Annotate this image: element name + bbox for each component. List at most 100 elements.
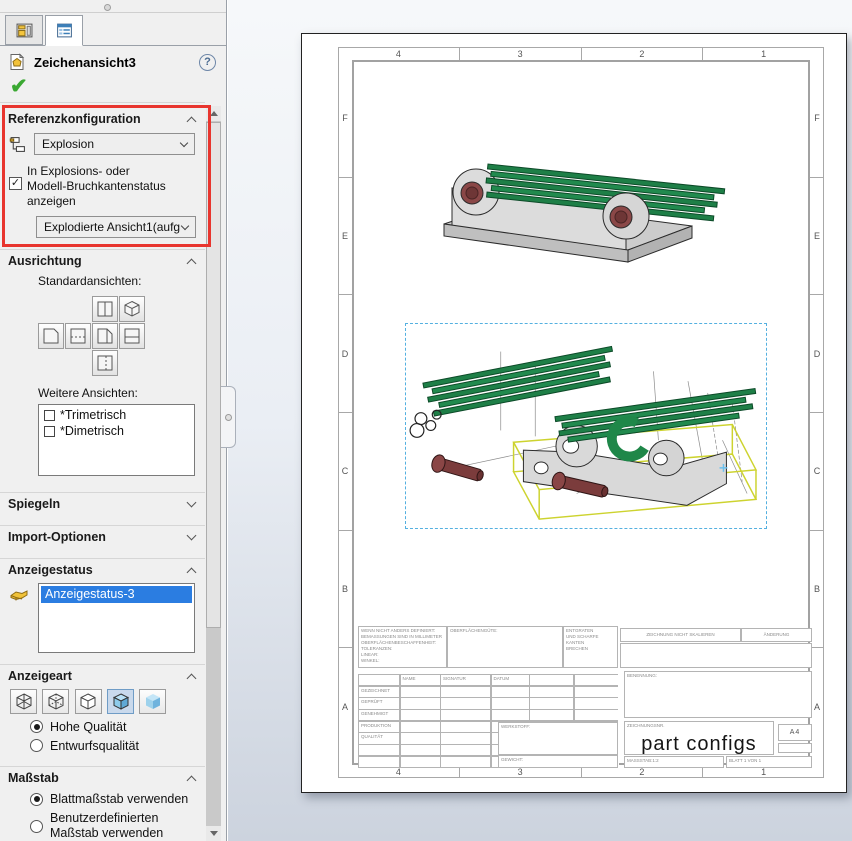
drawing-view-assembled[interactable] bbox=[430, 138, 730, 273]
property-manager-icon bbox=[56, 22, 73, 39]
section-anzeigeart: Anzeigeart bbox=[0, 664, 205, 753]
view-left-button[interactable] bbox=[92, 350, 118, 376]
section-header-massstab[interactable]: Maßstab bbox=[0, 767, 205, 787]
titleblock-cell bbox=[530, 687, 573, 697]
draft-quality-option[interactable]: Entwurfsqualität bbox=[30, 739, 205, 753]
tab-feature-manager[interactable] bbox=[5, 15, 43, 45]
section-title: Anzeigestatus bbox=[8, 563, 93, 577]
tab-property-manager[interactable] bbox=[45, 15, 83, 46]
titleblock-revision-area bbox=[620, 643, 812, 668]
standard-views-label: Standardansichten: bbox=[38, 274, 205, 288]
titleblock-cell bbox=[401, 745, 440, 755]
scroll-down-button[interactable] bbox=[206, 826, 221, 841]
draft-quality-radio[interactable] bbox=[30, 739, 43, 752]
help-icon[interactable]: ? bbox=[199, 54, 216, 71]
shaded-button[interactable] bbox=[139, 689, 166, 714]
titleblock-cell bbox=[401, 757, 440, 767]
zone-label: 2 bbox=[581, 47, 703, 60]
titleblock-cell: GEZEICHNET bbox=[359, 687, 399, 697]
titleblock-cell: SIGNATUR bbox=[441, 675, 490, 685]
view-bottom-button[interactable] bbox=[119, 323, 145, 349]
radio-label: Blattmaßstab verwenden bbox=[50, 792, 188, 806]
titleblock-cell bbox=[401, 722, 440, 732]
more-views-label: Weitere Ansichten: bbox=[38, 386, 205, 400]
zone-band-left: FEDCBA bbox=[338, 60, 352, 765]
list-item-trimetric[interactable]: *Trimetrisch bbox=[41, 407, 192, 423]
shaded-with-edges-button[interactable] bbox=[107, 689, 134, 714]
zone-label: 3 bbox=[459, 47, 581, 60]
radio-label: Benutzerdefinierten Maßstab verwenden bbox=[50, 811, 163, 841]
hidden-lines-removed-button[interactable] bbox=[75, 689, 102, 714]
titleblock-cell bbox=[441, 698, 490, 708]
titleblock-cell bbox=[359, 757, 399, 767]
section-header-import-optionen[interactable]: Import-Optionen bbox=[0, 526, 205, 546]
trimetric-checkbox[interactable] bbox=[44, 410, 55, 421]
titleblock-paper-size-sub bbox=[778, 743, 812, 753]
scroll-up-button[interactable] bbox=[206, 106, 221, 121]
panel-collapse-handle[interactable] bbox=[221, 386, 236, 448]
drawing-number-label: ZEICHNUNGSNR. bbox=[627, 723, 665, 728]
titleblock-cell bbox=[530, 675, 573, 685]
sheet-scale-option[interactable]: Blattmaßstab verwenden bbox=[30, 792, 205, 806]
ok-checkmark-icon[interactable]: ✔ bbox=[10, 74, 28, 99]
configuration-dropdown[interactable]: Explosion bbox=[34, 133, 195, 155]
drawing-view-exploded-selection[interactable] bbox=[405, 323, 767, 529]
hidden-lines-visible-button[interactable] bbox=[42, 689, 69, 714]
high-quality-radio[interactable] bbox=[30, 720, 43, 733]
titleblock-cell bbox=[401, 733, 440, 743]
panel-splitter-handle[interactable] bbox=[104, 4, 111, 11]
wireframe-button[interactable] bbox=[10, 689, 37, 714]
view-back-button[interactable] bbox=[65, 323, 91, 349]
chevron-up-icon bbox=[187, 116, 197, 126]
view-isometric-button[interactable] bbox=[119, 296, 145, 322]
sheet-scale-radio[interactable] bbox=[30, 793, 43, 806]
view-right-button[interactable] bbox=[92, 323, 118, 349]
view-top-button[interactable] bbox=[92, 296, 118, 322]
section-header-anzeigeart[interactable]: Anzeigeart bbox=[0, 665, 205, 685]
high-quality-option[interactable]: Hohe Qualität bbox=[30, 720, 205, 734]
page-title: Zeichenansicht3 bbox=[34, 55, 136, 70]
section-header-referenzkonfiguration[interactable]: Referenzkonfiguration bbox=[0, 108, 205, 128]
section-referenzkonfiguration: Referenzkonfiguration Explosion ✓ In Exp… bbox=[0, 108, 205, 238]
titleblock-cell bbox=[359, 675, 399, 685]
drawing-sheet[interactable]: 4321 4321 FEDCBA FEDCBA bbox=[301, 33, 847, 793]
section-title: Ausrichtung bbox=[8, 254, 82, 268]
feature-manager-icon bbox=[16, 22, 33, 39]
titleblock-surface-finish: OBERFLÄCHENGÜTE: bbox=[447, 626, 563, 668]
exploded-view-dropdown[interactable]: Explodierte Ansicht1(aufg bbox=[36, 216, 196, 238]
display-state-selected-item[interactable]: Anzeigestatus-3 bbox=[41, 586, 192, 603]
titleblock-cell: NAME bbox=[401, 675, 440, 685]
arrow-down-icon bbox=[210, 831, 218, 836]
scrollbar-thumb[interactable] bbox=[206, 122, 221, 628]
section-header-ausrichtung[interactable]: Ausrichtung bbox=[0, 250, 205, 270]
list-item-dimetric[interactable]: *Dimetrisch bbox=[41, 423, 192, 439]
display-style-buttons bbox=[10, 689, 205, 715]
drawing-area[interactable]: 4321 4321 FEDCBA FEDCBA bbox=[228, 0, 852, 841]
zone-label: B bbox=[338, 530, 352, 648]
panel-scrollbar[interactable] bbox=[206, 106, 221, 841]
titleblock-cell bbox=[492, 687, 529, 697]
titleblock-drawing-number-box: ZEICHNUNGSNR. part configs bbox=[624, 721, 774, 755]
chevron-down-icon bbox=[181, 221, 189, 229]
list-item-label: *Dimetrisch bbox=[60, 424, 124, 438]
section-header-anzeigestatus[interactable]: Anzeigestatus bbox=[0, 559, 205, 579]
custom-scale-radio[interactable] bbox=[30, 820, 43, 833]
more-views-listbox[interactable]: *Trimetrisch *Dimetrisch bbox=[38, 404, 195, 476]
view-front-button[interactable] bbox=[38, 323, 64, 349]
section-title: Spiegeln bbox=[8, 497, 60, 511]
divider bbox=[0, 12, 226, 13]
dimetric-checkbox[interactable] bbox=[44, 426, 55, 437]
display-state-listbox[interactable]: Anzeigestatus-3 bbox=[38, 583, 195, 653]
custom-scale-option[interactable]: Benutzerdefinierten Maßstab verwenden bbox=[30, 811, 205, 841]
titleblock-cell: PRODUKTION bbox=[359, 722, 399, 732]
radio-label: Entwurfsqualität bbox=[50, 739, 139, 753]
titleblock-paper-size: A4 bbox=[778, 724, 812, 741]
titleblock-material: WERKSTOFF: bbox=[498, 722, 618, 755]
titleblock-cell bbox=[575, 687, 619, 697]
chevron-down-icon bbox=[180, 138, 188, 146]
zone-label: 4 bbox=[338, 47, 459, 60]
section-massstab: Maßstab Blattmaßstab verwenden Benutzerd… bbox=[0, 766, 205, 841]
section-title: Import-Optionen bbox=[8, 530, 106, 544]
explode-state-checkbox[interactable]: ✓ bbox=[9, 177, 22, 190]
section-header-spiegeln[interactable]: Spiegeln bbox=[0, 493, 205, 513]
